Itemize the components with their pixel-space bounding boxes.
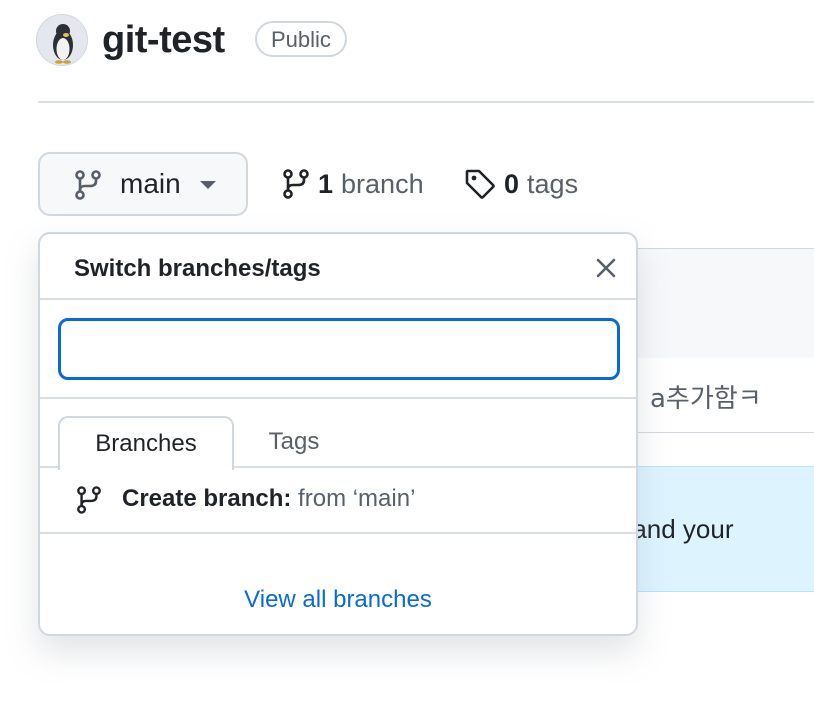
- branch-select-button[interactable]: main: [38, 152, 248, 216]
- create-branch-label: Create branch:: [122, 485, 292, 512]
- avatar[interactable]: [36, 14, 88, 66]
- tab-branches[interactable]: Branches: [58, 416, 234, 470]
- branch-switch-dropdown: Switch branches/tags Branches Tags Creat…: [38, 232, 638, 636]
- dropdown-title: Switch branches/tags: [74, 255, 321, 282]
- repo-name-link[interactable]: git-test: [102, 16, 225, 64]
- tag-count-label: tags: [527, 168, 579, 199]
- branch-count: 1: [318, 168, 334, 199]
- close-icon[interactable]: [594, 256, 618, 280]
- readme-banner-clip: Add a README with an overview of your pr…: [636, 466, 814, 590]
- readme-banner-text: Add a README with an overview of your pr…: [636, 514, 734, 544]
- branches-link[interactable]: 1 branch: [282, 162, 424, 206]
- header-divider: [38, 101, 814, 103]
- branch-filter-input[interactable]: [58, 318, 620, 380]
- tag-count: 0: [504, 168, 520, 199]
- branch-count-label: branch: [341, 168, 424, 199]
- git-branch-icon: [74, 170, 102, 205]
- divider: [40, 298, 636, 300]
- current-branch-label: main: [120, 168, 181, 199]
- divider: [40, 397, 636, 399]
- git-branch-icon: [282, 169, 310, 199]
- view-all-branches-link[interactable]: View all branches: [40, 586, 636, 614]
- create-branch-text: Create branch: from ‘main’: [122, 484, 415, 514]
- caret-down-icon: [200, 181, 216, 189]
- penguin-avatar-image: [37, 15, 87, 65]
- visibility-badge: Public: [255, 21, 347, 57]
- create-branch-from: from ‘main’: [291, 485, 416, 512]
- create-branch-item[interactable]: Create branch: from ‘main’: [40, 468, 636, 532]
- commit-message-link[interactable]: a추가함ㅋ: [650, 378, 762, 415]
- latest-commit-header: [636, 248, 814, 360]
- divider: [40, 532, 636, 534]
- git-branch-icon: [76, 486, 102, 519]
- tab-tags[interactable]: Tags: [236, 416, 352, 468]
- tag-icon: [464, 168, 496, 200]
- tags-link[interactable]: 0 tags: [464, 162, 578, 206]
